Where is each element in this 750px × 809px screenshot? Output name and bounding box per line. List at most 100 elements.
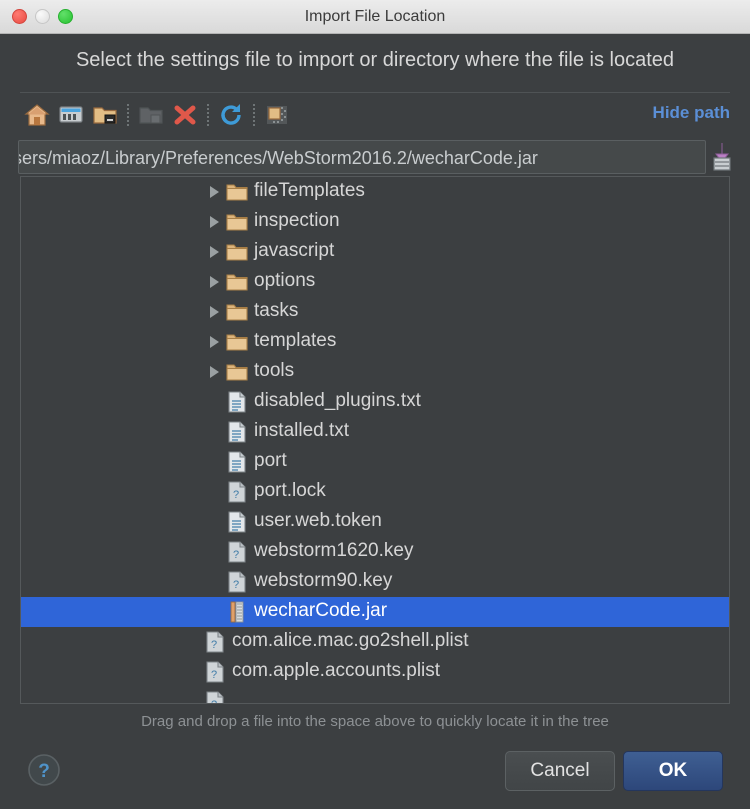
heading-separator [20,92,730,93]
file-tree[interactable]: fileTemplates inspection javascript options… [20,176,730,704]
expand-arrow-icon[interactable] [203,177,225,207]
tree-row-label: tools [254,360,295,381]
tree-arrow-placeholder [203,477,225,507]
tree-row-label: port.lock [254,480,326,501]
unknown-icon: ? [203,627,227,657]
tree-row-label: templates [254,330,337,351]
tree-row[interactable]: ? webstorm1620.key [21,537,729,567]
tree-row-label: inspection [254,210,340,231]
tree-row[interactable]: templates [21,327,729,357]
folder-icon [225,357,249,387]
tree-arrow-placeholder [181,627,203,657]
tree-row-label: webstorm90.key [254,570,393,591]
tree-arrow-placeholder [203,597,225,627]
expand-arrow-icon[interactable] [203,327,225,357]
tree-row[interactable]: installed.txt [21,417,729,447]
text-icon [225,507,249,537]
tree-row[interactable]: ? port.lock [21,477,729,507]
folder-icon [225,327,249,357]
folder-icon [225,297,249,327]
tree-row-label: options [254,270,316,291]
svg-text:?: ? [211,669,217,681]
tree-row[interactable]: fileTemplates [21,177,729,207]
unknown-icon: ? [225,567,249,597]
expand-arrow-icon[interactable] [203,297,225,327]
tree-row[interactable]: disabled_plugins.txt [21,387,729,417]
tree-row[interactable]: ? com.alice.mac.go2shell.plist [21,627,729,657]
cancel-button[interactable]: Cancel [505,751,615,791]
tree-row[interactable]: javascript [21,237,729,267]
expand-arrow-icon[interactable] [203,357,225,387]
text-icon [225,417,249,447]
ok-button[interactable]: OK [623,751,723,791]
folder-icon [225,207,249,237]
archive-icon [225,597,249,627]
dialog-heading: Select the settings file to import or di… [75,49,675,71]
text-icon [225,387,249,417]
title-bar: Import File Location [0,0,750,34]
desktop-icon[interactable] [54,98,88,132]
new-folder-icon [134,98,168,132]
tree-row[interactable]: ? [21,687,729,704]
tree-row-label: user.web.token [254,510,382,531]
path-input[interactable]: sers/miaoz/Library/Preferences/WebStorm2… [18,140,706,174]
folder-icon [225,267,249,297]
tree-row[interactable]: port [21,447,729,477]
project-folder-icon[interactable] [88,98,122,132]
svg-text:?: ? [38,761,50,782]
home-icon[interactable] [20,98,54,132]
expand-arrow-icon[interactable] [203,267,225,297]
help-button[interactable]: ? [27,753,61,787]
tree-arrow-placeholder [203,387,225,417]
tree-row[interactable]: user.web.token [21,507,729,537]
tree-row[interactable]: tasks [21,297,729,327]
delete-icon[interactable] [168,98,202,132]
tree-row[interactable]: tools [21,357,729,387]
tree-row[interactable]: ? com.apple.accounts.plist [21,657,729,687]
tree-arrow-placeholder [203,417,225,447]
tree-row[interactable]: ? webstorm90.key [21,567,729,597]
tree-row[interactable]: options [21,267,729,297]
toolbar-separator [127,104,129,126]
import-file-icon[interactable] [708,141,736,173]
tree-arrow-placeholder [203,567,225,597]
svg-text:?: ? [233,579,239,591]
unknown-icon: ? [225,477,249,507]
expand-arrow-icon[interactable] [203,207,225,237]
tree-arrow-placeholder [203,537,225,567]
import-file-location-dialog: Import File Location Select the settings… [0,0,750,809]
window-title: Import File Location [304,8,446,25]
unknown-icon: ? [203,657,227,687]
tree-row-label: javascript [254,240,335,261]
tree-row-label: tasks [254,300,299,321]
tree-row-selected[interactable]: wecharCode.jar [21,597,729,627]
show-hidden-files-icon[interactable] [260,98,294,132]
toolbar-separator [253,104,255,126]
hide-path-link[interactable]: Hide path [653,103,730,123]
tree-arrow-placeholder [181,687,203,703]
path-input-value: sers/miaoz/Library/Preferences/WebStorm2… [18,148,538,168]
svg-text:?: ? [233,549,239,561]
expand-arrow-icon[interactable] [203,237,225,267]
refresh-icon[interactable] [214,98,248,132]
unknown-icon: ? [225,537,249,567]
tree-row[interactable]: inspection [21,207,729,237]
tree-row-label: disabled_plugins.txt [254,390,421,411]
tree-row-label: webstorm1620.key [254,540,414,561]
tree-arrow-placeholder [181,657,203,687]
svg-text:?: ? [211,699,217,704]
